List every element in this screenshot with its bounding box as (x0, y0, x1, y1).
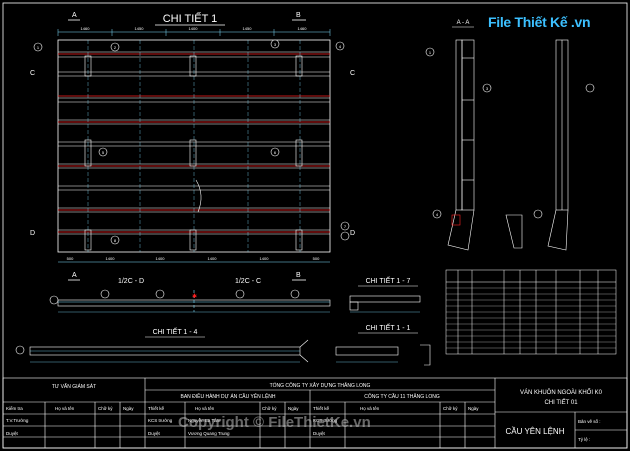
tb-col-date-3: Ngày (468, 406, 479, 411)
detail-1-1-title: CHI TIẾT 1 - 1 (366, 322, 411, 332)
dim-bot-2: 1400 (106, 256, 116, 261)
dim-bot-4: 1400 (208, 256, 218, 261)
tb-consultant: TƯ VẤN GIÁM SÁT (52, 383, 96, 390)
dim-top-3: 1400 (189, 26, 199, 31)
tb-row-approve-3: Duyệt (313, 431, 326, 436)
dim-top-2: 1450 (135, 26, 145, 31)
red-mark: ✱ (192, 293, 197, 300)
tb-col-name-1: Họ và tên (55, 406, 75, 411)
detail1-title: CHI TIẾT 1 (163, 12, 218, 25)
tb-col-sign-2: Chữ ký (262, 406, 277, 411)
dim-bot-6: 500 (313, 256, 320, 261)
section-aa-profile (447, 39, 475, 251)
tb-board: BAN ĐIỀU HÀNH DỰ ÁN CẦU YÊN LỆNH (180, 392, 275, 400)
marker-c-left: C (30, 70, 35, 77)
marker-a-bottom: A (72, 272, 77, 279)
dim-top-4: 1450 (243, 26, 253, 31)
marker-b-top: B (296, 12, 301, 19)
tb-title-2: CHI TIẾT 01 (544, 399, 578, 406)
vertical-posts (84, 55, 303, 251)
detail-1-4-title: CHI TIẾT 1 - 4 (153, 326, 198, 336)
tb-col-date-1: Ngày (123, 406, 134, 411)
dim-top-1: 1460 (81, 26, 91, 31)
tb-contractor: CÔNG TY CẦU 11 THĂNG LONG (364, 393, 440, 400)
section-dd-title: 1/2C - D (118, 278, 144, 285)
marker-b-bottom: B (296, 272, 301, 279)
tb-project: CẦU YÊN LỆNH (506, 426, 565, 436)
cad-drawing: CHI TIẾT 1 A B A B C C D D 1460 1450 140… (2, 2, 628, 449)
marker-a-top: A (72, 12, 77, 19)
tb-col-name-3: Họ và tên (360, 406, 380, 411)
section-aa-title: A - A (457, 20, 470, 26)
tb-row-check: Kiểm tra (6, 405, 23, 411)
detail-1-4-beam (29, 339, 309, 363)
section-cc-title: 1/2C - C (235, 278, 261, 285)
detail-1-7-shape (349, 295, 421, 313)
dim-bot-3: 1400 (156, 256, 166, 261)
marker-d-left: D (30, 230, 35, 237)
tb-col-name-2: Họ và tên (195, 406, 215, 411)
side-profile (505, 39, 569, 251)
tb-col-sign-3: Chữ ký (443, 406, 458, 411)
tb-row-design-3: Thiết kế (313, 406, 330, 411)
dim-top-5: 1460 (298, 26, 308, 31)
tb-person-2: Vương Quang Trung (188, 431, 230, 436)
tb-row-approve: Duyệt (6, 431, 19, 436)
detail-1-7-title: CHI TIẾT 1 - 7 (366, 275, 411, 285)
tb-row-design: Thiết kế (148, 406, 165, 411)
tb-col-sign-1: Chữ ký (98, 406, 113, 411)
detail-1-1-shape (335, 344, 431, 366)
materials-table-rows (446, 287, 616, 349)
tb-title-1: VÁN KHUÔN NGOÀI KHỐI K0 (520, 389, 603, 396)
dim-bot-5: 1400 (260, 256, 270, 261)
tb-scale: Tỷ lệ : (578, 436, 590, 442)
tb-drawing-no: Bản vẽ số : (578, 419, 601, 424)
marker-d-right: D (350, 230, 355, 237)
marker-c-right: C (350, 70, 355, 77)
tb-row-tv: T.V.Trưởng (6, 417, 29, 423)
logo-watermark: File Thiết Kế .vn (488, 14, 591, 30)
sheet-border (2, 2, 628, 449)
tb-col-date-2: Ngày (288, 406, 299, 411)
copyright-watermark-text: Copyright © FileThietKe.vn (178, 414, 371, 431)
logo-watermark-text: File Thiết Kế .vn (488, 14, 591, 30)
tb-company: TỔNG CÔNG TY XÂY DỰNG THĂNG LONG (270, 382, 371, 389)
tb-row-approved2: Duyệt (148, 431, 161, 436)
copyright-watermark: Copyright © FileThietKe.vn (178, 414, 371, 431)
tb-row-kcs: KCS trưởng (148, 417, 173, 423)
dim-bot-1: 500 (67, 256, 74, 261)
